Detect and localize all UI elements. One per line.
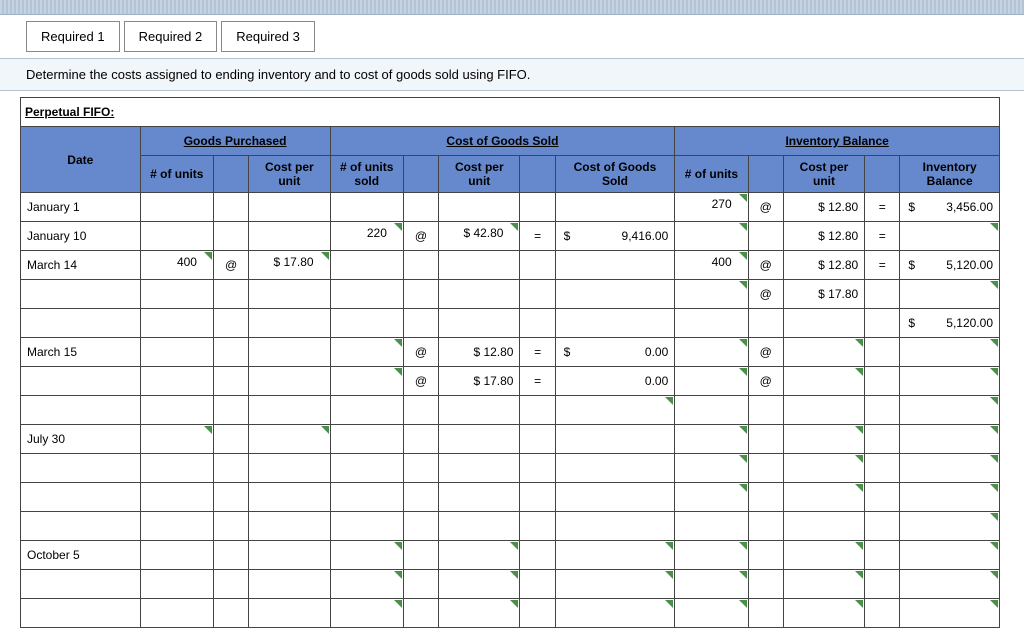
gp-units-input[interactable]: 400: [140, 251, 213, 280]
inv-cost-cell[interactable]: $ 12.80: [783, 251, 864, 280]
col-cogs-total: Cost of Goods Sold: [555, 156, 675, 193]
col-gp-units: # of units: [140, 156, 213, 193]
cogs-cost-cell[interactable]: $ 17.80: [439, 367, 520, 396]
date-cell: January 10: [21, 222, 141, 251]
row-oct-5: October 5: [21, 541, 1000, 570]
inv-units-input[interactable]: [675, 280, 748, 309]
col-gp-at: [213, 156, 248, 193]
row-oct-5-c: [21, 599, 1000, 628]
row-oct-5-b: [21, 570, 1000, 599]
row-jan-10: January 10 220 @ $ 42.80 = $9,416.00 $ 1…: [21, 222, 1000, 251]
cogs-cost-input[interactable]: $ 42.80: [439, 222, 520, 251]
row-mar-14-total: $5,120.00: [21, 309, 1000, 338]
spreadsheet-ruler: [0, 0, 1024, 15]
inv-cost-cell[interactable]: $ 17.80: [783, 280, 864, 309]
col-cogs-eq: [520, 156, 555, 193]
date-cell: January 1: [21, 193, 141, 222]
gp-cost-input[interactable]: $ 17.80: [249, 251, 330, 280]
section-title: Perpetual FIFO:: [21, 98, 1000, 127]
at-symbol: @: [748, 193, 783, 222]
inv-balance-input[interactable]: [900, 338, 1000, 367]
cogs-cost-cell[interactable]: $ 12.80: [439, 338, 520, 367]
tab-row: Required 1 Required 2 Required 3: [0, 15, 1024, 52]
inv-units-input[interactable]: 270: [675, 193, 748, 222]
row-mar-15: March 15 @ $ 12.80 = $0.00 @: [21, 338, 1000, 367]
row-jan-1: January 1 270 @ $ 12.80 = $3,456.00: [21, 193, 1000, 222]
row-jul-30-b: [21, 454, 1000, 483]
col-cogs-at: [403, 156, 438, 193]
inv-balance-cell: $3,456.00: [900, 193, 1000, 222]
row-jul-30: July 30: [21, 425, 1000, 454]
tab-required-2[interactable]: Required 2: [124, 21, 218, 52]
instruction-text: Determine the costs assigned to ending i…: [0, 58, 1024, 91]
row-blank: [21, 396, 1000, 425]
inv-balance-input[interactable]: [900, 280, 1000, 309]
cogs-total-cell: $9,416.00: [555, 222, 675, 251]
col-inv-eq: [865, 156, 900, 193]
inv-cost-cell[interactable]: $ 12.80: [783, 222, 864, 251]
inv-cost-input[interactable]: [783, 367, 864, 396]
tab-required-1[interactable]: Required 1: [26, 21, 120, 52]
inv-units-input[interactable]: [675, 222, 748, 251]
inv-units-input[interactable]: 400: [675, 251, 748, 280]
col-inv-cost: Cost per unit: [783, 156, 864, 193]
row-jul-30-c: [21, 483, 1000, 512]
inv-units-input[interactable]: [675, 367, 748, 396]
col-inv-bal: Inventory Balance: [900, 156, 1000, 193]
col-gp-cost: Cost per unit: [249, 156, 330, 193]
date-cell: March 14: [21, 251, 141, 280]
eq-symbol: =: [865, 193, 900, 222]
inv-balance-cell: $5,120.00: [900, 251, 1000, 280]
inv-cost-input[interactable]: [783, 338, 864, 367]
col-inv-units: # of units: [675, 156, 748, 193]
col-cogs-cost: Cost per unit: [439, 156, 520, 193]
col-cogs-units: # of units sold: [330, 156, 403, 193]
inv-units-input[interactable]: [675, 338, 748, 367]
row-mar-14-b: @ $ 17.80: [21, 280, 1000, 309]
cogs-units-input[interactable]: 220: [330, 222, 403, 251]
inv-balance-total: $5,120.00: [900, 309, 1000, 338]
tab-required-3[interactable]: Required 3: [221, 21, 315, 52]
col-inv-at: [748, 156, 783, 193]
inv-cost-cell[interactable]: $ 12.80: [783, 193, 864, 222]
cogs-total-cell: $0.00: [555, 338, 675, 367]
group-cogs: Cost of Goods Sold: [330, 127, 675, 156]
col-date: Date: [21, 127, 141, 193]
row-mar-15-b: @ $ 17.80 = 0.00 @: [21, 367, 1000, 396]
fifo-table: Perpetual FIFO: Date Goods Purchased Cos…: [20, 97, 1000, 628]
group-inventory-balance: Inventory Balance: [675, 127, 1000, 156]
inv-balance-input[interactable]: [900, 367, 1000, 396]
inv-balance-input[interactable]: [900, 222, 1000, 251]
date-cell: July 30: [21, 425, 141, 454]
row-blank-2: [21, 512, 1000, 541]
row-mar-14: March 14 400 @ $ 17.80 400 @ $ 12.80 = $…: [21, 251, 1000, 280]
cogs-total-cell: 0.00: [555, 367, 675, 396]
cogs-units-input[interactable]: [330, 367, 403, 396]
group-goods-purchased: Goods Purchased: [140, 127, 330, 156]
date-cell: March 15: [21, 338, 141, 367]
cogs-units-input[interactable]: [330, 338, 403, 367]
date-cell: October 5: [21, 541, 141, 570]
